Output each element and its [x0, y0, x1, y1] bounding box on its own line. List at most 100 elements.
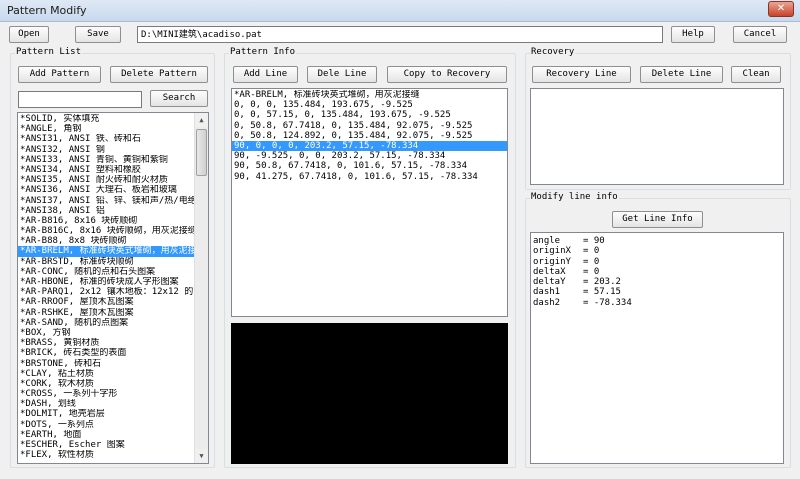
pattern-list-item[interactable]: *ANSI37, ANSI 铅、锌、镁和声/热/电绝缘 — [18, 196, 194, 206]
pattern-list-item[interactable]: *ANSI38, ANSI 铝 — [18, 206, 194, 216]
pattern-list-item[interactable]: *AR-BRELM, 标准砖块英式堆砌，用灰泥接缝 — [18, 246, 194, 257]
get-line-info-button[interactable]: Get Line Info — [612, 211, 703, 228]
pattern-list-item[interactable]: *AR-SAND, 随机的点图案 — [18, 318, 194, 328]
line-info-field-name: deltaY — [533, 277, 566, 288]
pattern-list-item[interactable]: *BRSTONE, 砖和石 — [18, 359, 194, 369]
recovery-delete-line-button[interactable]: Delete Line — [640, 66, 723, 83]
line-info-row: originX = 0 — [531, 246, 783, 256]
pattern-list-item[interactable]: *BRASS, 黄铜材质 — [18, 338, 194, 348]
cancel-button[interactable]: Cancel — [733, 26, 787, 43]
scroll-down-icon[interactable]: ▼ — [195, 449, 208, 463]
pattern-list-item[interactable]: *AR-B88, 8x8 块砖顺砌 — [18, 236, 194, 246]
pattern-list-item[interactable]: *FLEX, 软性材质 — [18, 450, 194, 460]
pattern-list-item[interactable]: *ESCHER, Escher 图案 — [18, 440, 194, 450]
line-info-row: originY = 0 — [531, 257, 783, 267]
pattern-line-item[interactable]: 0, 0, 0, 135.484, 193.675, -9.525 — [232, 100, 507, 110]
line-info-field-value: 0 — [593, 266, 600, 277]
line-info-field-name: originY — [533, 256, 571, 267]
recovery-list[interactable] — [530, 88, 784, 185]
save-button[interactable]: Save — [75, 26, 121, 43]
line-info-field-value: 57.15 — [593, 287, 621, 298]
pattern-lines-list[interactable]: *AR-BRELM, 标准砖块英式堆砌，用灰泥接缝 0, 0, 0, 135.48… — [231, 88, 508, 317]
pattern-line-item[interactable]: 90, 0, 0, 0, 203.2, 57.15, -78.334 — [232, 140, 507, 152]
clean-button[interactable]: Clean — [731, 66, 781, 83]
pattern-list-item[interactable]: *AR-HBONE, 标准的砖块成人字形图案 — [18, 277, 194, 287]
add-line-button[interactable]: Add Line — [233, 66, 298, 83]
pattern-line-item[interactable]: 90, 50.8, 67.7418, 0, 101.6, 57.15, -78.… — [232, 161, 507, 171]
line-info-row: dash1 = 57.15 — [531, 287, 783, 297]
open-button[interactable]: Open — [9, 26, 49, 43]
line-info-field-value: 0 — [593, 256, 600, 267]
pattern-list-item[interactable]: *AR-BRSTD, 标准砖块顺砌 — [18, 257, 194, 267]
recovery-title: Recovery — [530, 47, 576, 57]
pattern-list-item[interactable]: *DASH, 划线 — [18, 399, 194, 409]
copy-to-recovery-button[interactable]: Copy to Recovery — [387, 66, 507, 83]
pattern-list-item[interactable]: *ANSI33, ANSI 青铜、黄铜和紫铜 — [18, 155, 194, 165]
line-info-field-value: -78.334 — [593, 297, 632, 308]
equals-sign: = — [583, 236, 594, 246]
pattern-list-item[interactable]: *AR-RROOF, 屋顶木瓦图案 — [18, 297, 194, 307]
line-info-row: deltaX = 0 — [531, 267, 783, 277]
pattern-list-title: Pattern List — [15, 47, 83, 57]
pattern-line-item[interactable]: *AR-BRELM, 标准砖块英式堆砌，用灰泥接缝 — [232, 90, 507, 100]
pattern-list-item[interactable]: *EARTH, 地面 — [18, 430, 194, 440]
line-info-field-value: 90 — [593, 236, 605, 246]
line-info-field-name: dash2 — [533, 297, 561, 308]
pattern-list-item[interactable]: *ANSI31, ANSI 铁、砖和石 — [18, 134, 194, 144]
scrollbar-thumb[interactable] — [196, 129, 207, 176]
equals-sign: = — [583, 297, 594, 308]
equals-sign: = — [583, 246, 594, 257]
search-button[interactable]: Search — [150, 90, 208, 107]
pattern-list-item[interactable]: *AR-CONC, 随机的点和石头图案 — [18, 267, 194, 277]
pattern-line-item[interactable]: 0, 50.8, 67.7418, 0, 135.484, 92.075, -9… — [232, 121, 507, 131]
pattern-line-item[interactable]: 90, -9.525, 0, 0, 203.2, 57.15, -78.334 — [232, 151, 507, 161]
pattern-list-item[interactable]: *AR-B816, 8x16 块砖顺砌 — [18, 216, 194, 226]
window-title: Pattern Modify — [7, 4, 87, 17]
close-icon[interactable]: ✕ — [768, 1, 794, 17]
search-input[interactable] — [18, 91, 142, 108]
pattern-list-item[interactable]: *ANSI35, ANSI 耐火砖和耐火材质 — [18, 175, 194, 185]
equals-sign: = — [583, 256, 594, 267]
modify-line-title: Modify line info — [530, 192, 619, 202]
pattern-list-item[interactable]: *ANSI34, ANSI 塑料和橡胶 — [18, 165, 194, 175]
scroll-up-icon[interactable]: ▲ — [195, 113, 208, 127]
pattern-list-item[interactable]: *ANSI36, ANSI 大理石、板岩和玻璃 — [18, 185, 194, 195]
add-pattern-button[interactable]: Add Pattern — [18, 66, 101, 83]
delete-pattern-button[interactable]: Delete Pattern — [110, 66, 208, 83]
pattern-list-item[interactable]: *DOTS, 一系列点 — [18, 420, 194, 430]
line-info-field-name: originX — [533, 246, 571, 257]
equals-sign: = — [583, 287, 594, 298]
pattern-list-item[interactable]: *ANSI32, ANSI 钢 — [18, 145, 194, 155]
pattern-list-scrollbar[interactable]: ▲ ▼ — [194, 113, 208, 463]
pattern-info-title: Pattern Info — [229, 47, 297, 57]
line-info-field-name: dash1 — [533, 287, 561, 298]
pattern-list-item[interactable]: *ANGLE, 角钢 — [18, 124, 194, 134]
line-info-row: deltaY = 203.2 — [531, 277, 783, 287]
pattern-line-item[interactable]: 0, 0, 57.15, 0, 135.484, 193.675, -9.525 — [232, 110, 507, 120]
pattern-list-item[interactable]: *BRICK, 砖石类型的表面 — [18, 348, 194, 358]
pattern-list-item[interactable]: *CORK, 软木材质 — [18, 379, 194, 389]
file-path-field[interactable]: D:\MINI建筑\acadiso.pat — [137, 26, 663, 43]
delete-line-button[interactable]: Dele Line — [307, 66, 377, 83]
line-info-field-name: deltaX — [533, 266, 566, 277]
equals-sign: = — [583, 266, 594, 277]
pattern-list-item[interactable]: *SOLID, 实体填充 — [18, 114, 194, 124]
pattern-list-item[interactable]: *AR-B816C, 8x16 块砖顺砌，用灰泥接缝 — [18, 226, 194, 236]
help-button[interactable]: Help — [671, 26, 715, 43]
line-info-row: angle = 90 — [531, 236, 783, 246]
recovery-line-button[interactable]: Recovery Line — [532, 66, 631, 83]
pattern-line-item[interactable]: 90, 41.275, 67.7418, 0, 101.6, 57.15, -7… — [232, 172, 507, 182]
pattern-list-item[interactable]: *DOLMIT, 地壳岩层 — [18, 409, 194, 419]
pattern-list-item[interactable]: *AR-RSHKE, 屋顶木瓦图案 — [18, 308, 194, 318]
pattern-list-item[interactable]: *CLAY, 粘土材质 — [18, 369, 194, 379]
pattern-list-item[interactable]: *BOX, 方钢 — [18, 328, 194, 338]
title-bar: Pattern Modify ✕ — [0, 0, 800, 22]
pattern-list-item[interactable]: *CROSS, 一系列十字形 — [18, 389, 194, 399]
line-info-field-value: 203.2 — [593, 277, 621, 288]
line-info-field-value: 0 — [593, 246, 600, 257]
line-info-panel[interactable]: angle = 90 originX = 0 originY = 0 deltaX = 0 de… — [530, 232, 784, 464]
pattern-list-item[interactable]: *AR-PARQ1, 2x12 镶木地板：12x12 的图案 — [18, 287, 194, 297]
pattern-line-item[interactable]: 0, 50.8, 124.892, 0, 135.484, 92.075, -9… — [232, 131, 507, 141]
pattern-listbox[interactable]: *SOLID, 实体填充 *ANGLE, 角钢 *ANSI31, ANSI 铁、砖和… — [17, 112, 209, 464]
line-info-field-name: angle — [533, 236, 561, 246]
